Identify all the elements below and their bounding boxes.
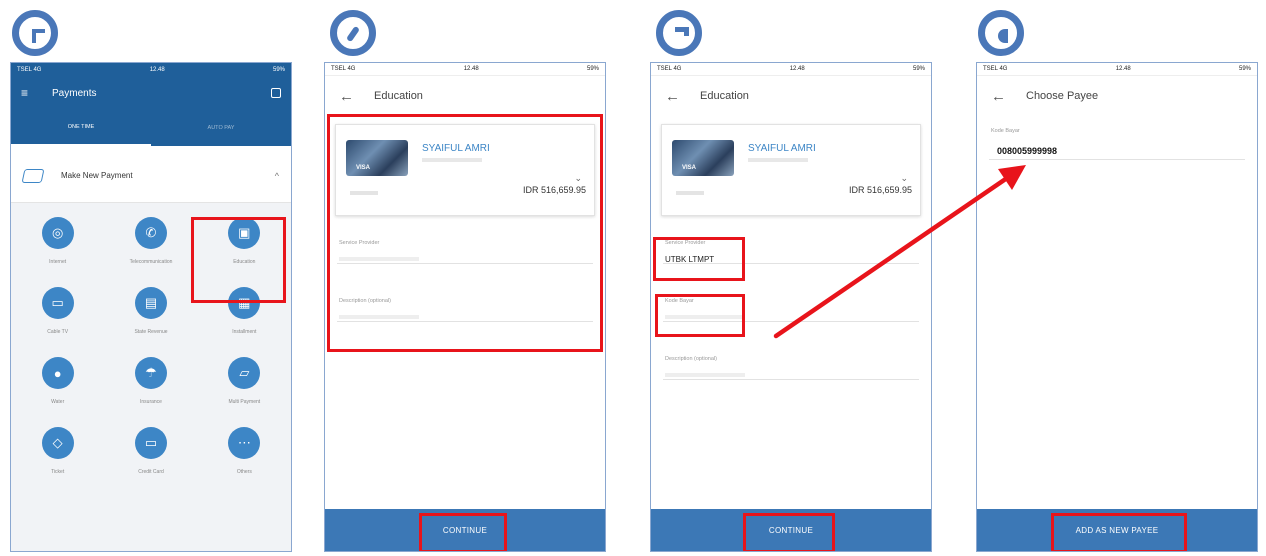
red-arrow-annotation [773, 165, 1026, 339]
tutorial-canvas: TSEL 4G 12.48 59% ≡ Payments ONE TIME AUTO… [0, 0, 1266, 556]
